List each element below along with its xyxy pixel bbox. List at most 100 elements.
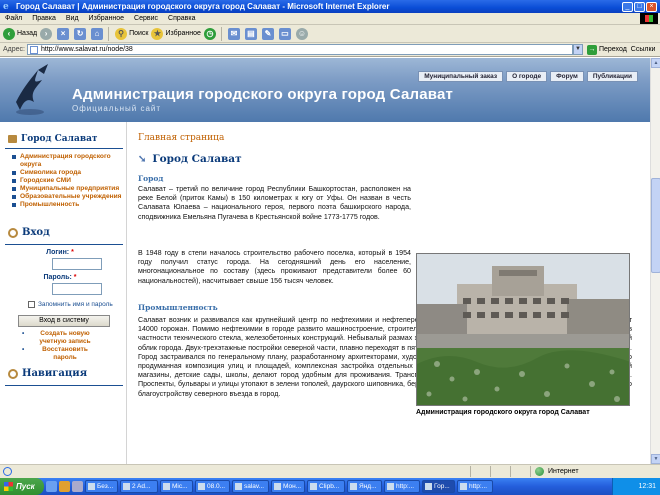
home-button[interactable]: ⌂	[91, 27, 105, 40]
window-title: Город Салават | Администрация городского…	[16, 2, 390, 11]
remember-me[interactable]: Запомнить имя и пароль	[28, 301, 116, 309]
app-icon	[460, 483, 467, 490]
back-arrow-icon: ‹	[3, 27, 15, 40]
start-button[interactable]: Пуск	[0, 478, 44, 495]
taskbar-item-label: 08.0...	[207, 483, 226, 490]
menu-help[interactable]: Справка	[163, 15, 200, 22]
web-page: Муниципальный заказ О городе Форум Публи…	[0, 58, 650, 464]
login-input[interactable]	[52, 258, 102, 270]
taskbar-item[interactable]: Clipb...	[307, 480, 345, 493]
nav-publications[interactable]: Публикации	[586, 71, 638, 82]
taskbar-item[interactable]: 2 Ad...	[120, 480, 158, 493]
zone-label: Интернет	[548, 468, 579, 475]
taskbar-item[interactable]: Mic...	[160, 480, 193, 493]
paragraph-history: В 1948 году в степи началось строительст…	[138, 249, 411, 285]
taskbar-item[interactable]: 08.0...	[195, 480, 230, 493]
url-dropdown-button[interactable]: ▼	[572, 44, 583, 55]
menu-tools[interactable]: Сервис	[129, 15, 163, 22]
menu-view[interactable]: Вид	[61, 15, 84, 22]
edit-button[interactable]: ✎	[261, 27, 276, 40]
nav-about-city[interactable]: О городе	[506, 71, 548, 82]
taskbar-item-active[interactable]: Гор...	[422, 480, 455, 493]
nav-forum[interactable]: Форум	[550, 71, 584, 82]
search-button[interactable]: ⚲ Поиск	[115, 27, 149, 40]
create-account-link[interactable]: Создать новую учетную запись	[22, 330, 100, 346]
address-label: Адрес:	[3, 46, 25, 53]
printer-icon: ▤	[244, 27, 257, 40]
app-icon	[163, 483, 170, 490]
quicklaunch-ie-icon[interactable]	[46, 481, 57, 492]
discuss-button[interactable]: ▭	[278, 27, 293, 40]
restore-password-link[interactable]: Восстановить пароль	[22, 346, 100, 362]
internet-globe-icon	[535, 467, 544, 476]
app-icon	[198, 483, 205, 490]
menu-edit[interactable]: Правка	[27, 15, 61, 22]
back-label: Назад	[17, 30, 38, 37]
remember-checkbox[interactable]	[28, 301, 35, 308]
app-icon	[123, 483, 130, 490]
address-bar: Адрес: http://www.salavat.ru/node/38 ▼ →…	[0, 43, 660, 57]
sidebar-item-symbols[interactable]: Символика города	[12, 169, 126, 177]
search-label: Поиск	[129, 30, 149, 37]
arrow-icon: ➘	[138, 153, 147, 165]
messenger-button[interactable]: ☺	[295, 27, 310, 40]
maximize-button[interactable]: □	[634, 1, 645, 12]
password-input[interactable]	[52, 283, 102, 295]
login-label-text: Логин:	[46, 249, 70, 256]
messenger-icon: ☺	[295, 27, 308, 40]
history-button[interactable]: ◷	[203, 27, 218, 40]
sidebar-item-media[interactable]: Городские СМИ	[12, 177, 126, 185]
scroll-thumb[interactable]	[651, 178, 660, 273]
minimize-button[interactable]: _	[622, 1, 633, 12]
taskbar-item[interactable]: Янд...	[347, 480, 382, 493]
navigation-heading: Навигация	[8, 368, 126, 379]
vertical-scrollbar[interactable]: ▲ ▼	[650, 58, 660, 464]
login-button[interactable]: Вход в систему	[18, 315, 110, 327]
page-status-icon	[3, 467, 12, 476]
login-heading: Вход	[8, 227, 126, 238]
menu-favorites[interactable]: Избранное	[84, 15, 129, 22]
app-icon	[235, 483, 242, 490]
sidebar-divider	[5, 148, 123, 149]
mail-button[interactable]: ✉	[227, 27, 242, 40]
sidebar-item-education[interactable]: Образовательные учреждения	[12, 193, 126, 201]
url-input[interactable]: http://www.salavat.ru/node/38	[26, 44, 573, 55]
top-navigation: Муниципальный заказ О городе Форум Публи…	[418, 71, 638, 82]
taskbar-item[interactable]: http:...	[384, 480, 420, 493]
scroll-down-button[interactable]: ▼	[651, 454, 660, 464]
menu-file[interactable]: Файл	[0, 15, 27, 22]
password-label-text: Пароль:	[43, 274, 72, 281]
taskbar-item[interactable]: Без...	[85, 480, 118, 493]
sidebar-item-administration[interactable]: Администрация городского округа	[12, 153, 126, 169]
nav-municipal-order[interactable]: Муниципальный заказ	[418, 71, 504, 82]
building-photo-image	[417, 254, 629, 405]
quicklaunch-folder-icon[interactable]	[59, 481, 70, 492]
stop-button[interactable]: ×	[57, 27, 71, 40]
links-button[interactable]: Ссылки	[631, 46, 656, 53]
security-zone: Интернет	[530, 466, 660, 477]
close-button[interactable]: ×	[646, 1, 657, 12]
book-icon	[8, 135, 17, 143]
clock[interactable]: 12:31	[638, 483, 656, 490]
taskbar-item[interactable]: http:...	[457, 480, 493, 493]
compass-icon	[8, 368, 18, 379]
refresh-button[interactable]: ↻	[74, 27, 88, 40]
salavat-logo-icon	[16, 64, 48, 115]
sidebar-item-enterprises[interactable]: Муниципальные предприятия	[12, 185, 126, 193]
section-heading-industry: Промышленность	[138, 303, 218, 312]
forward-button[interactable]: ›	[40, 27, 54, 40]
back-button[interactable]: ‹ Назад	[3, 27, 38, 40]
favorites-button[interactable]: ★ Избранное	[151, 27, 201, 40]
taskbar-item[interactable]: salav...	[232, 480, 269, 493]
taskbar-item[interactable]: Мон...	[271, 480, 305, 493]
go-button[interactable]: → Переход	[586, 44, 627, 55]
quicklaunch-desktop-icon[interactable]	[72, 481, 83, 492]
print-button[interactable]: ▤	[244, 27, 259, 40]
sidebar: Город Салават Администрация городского о…	[0, 122, 127, 464]
app-icon	[88, 483, 95, 490]
sidebar-item-industry[interactable]: Промышленность	[12, 201, 126, 209]
discuss-icon: ▭	[278, 27, 291, 40]
scroll-up-button[interactable]: ▲	[651, 58, 660, 68]
taskbar-item-label: salav...	[244, 483, 265, 490]
breadcrumb[interactable]: Главная страница	[138, 133, 224, 143]
